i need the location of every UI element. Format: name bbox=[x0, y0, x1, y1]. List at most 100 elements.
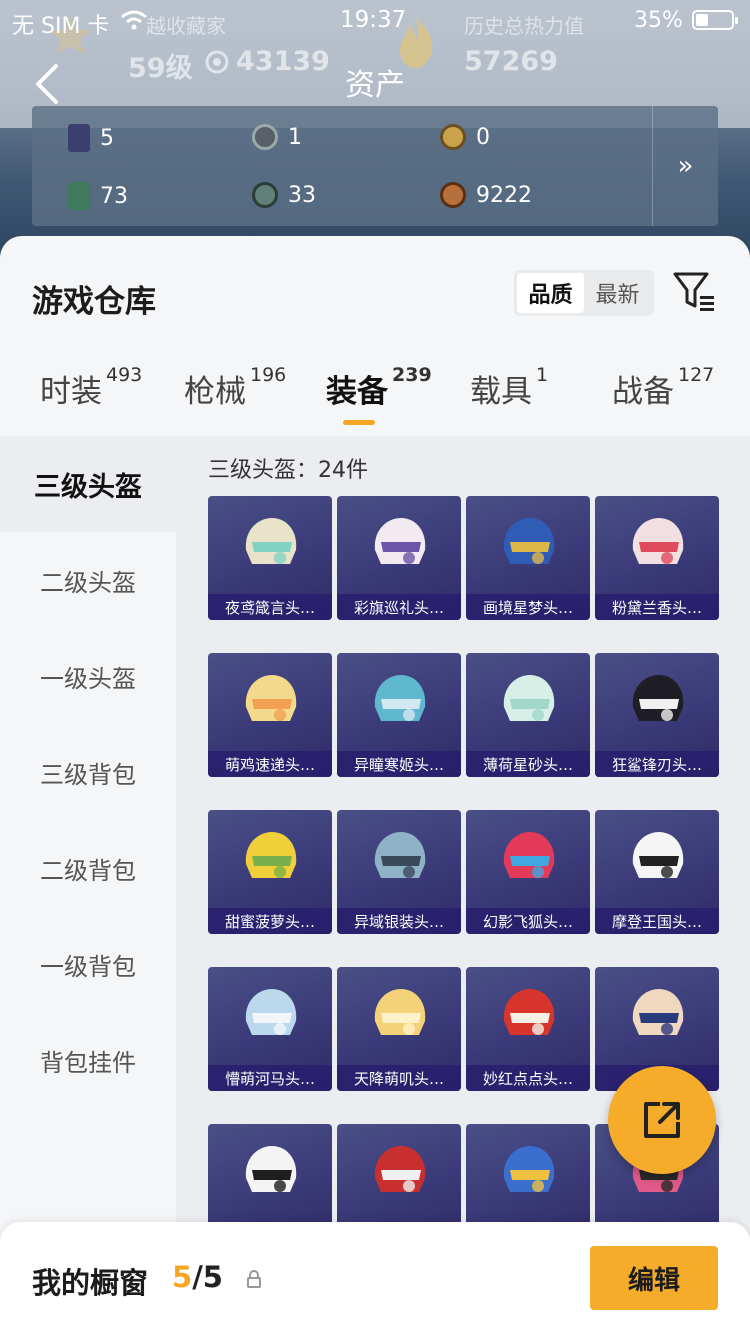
item-name: 异瞳寒姬头… bbox=[337, 751, 461, 777]
gold-coin-icon bbox=[440, 124, 466, 150]
item-card[interactable]: 萌鸡速递头… bbox=[208, 653, 332, 777]
sidebar-item-lvl1-helmet[interactable]: 一级头盔 bbox=[0, 628, 176, 724]
item-name: 妙红点点头… bbox=[466, 1065, 590, 1091]
asset-hero: 越收藏家 历史总热力值 59级 43139 57269 无 SIM 卡 19:3… bbox=[0, 0, 750, 260]
showcase-current: 5 bbox=[172, 1260, 193, 1294]
sidebar-item-lvl1-backpack[interactable]: 一级背包 bbox=[0, 916, 176, 1012]
tab-fashion[interactable]: 时装 493 bbox=[40, 364, 143, 411]
item-name: 甜蜜菠萝头… bbox=[208, 908, 332, 934]
helmet-icon bbox=[503, 832, 555, 878]
item-card[interactable]: 彩旗巡礼头… bbox=[337, 496, 461, 620]
green-card-icon bbox=[68, 182, 90, 210]
sort-quality-button[interactable]: 品质 bbox=[517, 273, 584, 313]
tab-count: 1 bbox=[536, 364, 549, 386]
item-card[interactable]: 狂鲨锋刃头… bbox=[595, 653, 719, 777]
item-card[interactable]: 夜鸢箴言头… bbox=[208, 496, 332, 620]
sidebar-item-lvl2-helmet[interactable]: 二级头盔 bbox=[0, 532, 176, 628]
item-card[interactable]: 懵萌河马头… bbox=[208, 967, 332, 1091]
tab-count: 493 bbox=[106, 364, 143, 386]
battery-icon bbox=[692, 10, 738, 30]
helmet-icon bbox=[245, 675, 297, 721]
item-card[interactable]: 粉黛兰香头… bbox=[595, 496, 719, 620]
helmet-icon bbox=[245, 1146, 297, 1192]
item-card[interactable]: 天降萌叽头… bbox=[337, 967, 461, 1091]
asset-value: 9222 bbox=[476, 182, 532, 208]
showcase-count: 5/5 bbox=[172, 1260, 223, 1294]
page-title: 资产 bbox=[345, 68, 405, 103]
tab-count: 196 bbox=[250, 364, 287, 386]
helmet-icon bbox=[374, 1146, 426, 1192]
status-bar: 无 SIM 卡 19:37 35% bbox=[0, 0, 750, 42]
item-count-header: 三级头盔：24件 bbox=[208, 458, 368, 483]
item-name: 彩旗巡礼头… bbox=[337, 594, 461, 620]
share-button[interactable] bbox=[608, 1066, 716, 1174]
tab-equipment[interactable]: 装备 239 bbox=[326, 364, 432, 411]
sidebar-item-backpack-charm[interactable]: 背包挂件 bbox=[0, 1012, 176, 1108]
bronze-coin-icon bbox=[440, 182, 466, 208]
subcategory-sidebar: 三级头盔 二级头盔 一级头盔 三级背包 二级背包 一级背包 背包挂件 bbox=[0, 436, 176, 1236]
item-name: 幻影飞狐头… bbox=[466, 908, 590, 934]
item-name: 狂鲨锋刃头… bbox=[595, 751, 719, 777]
helmet-icon bbox=[374, 832, 426, 878]
clock: 19:37 bbox=[340, 7, 407, 33]
warehouse-sheet: 游戏仓库 品质 最新 时装 493 枪械 196 装备 239 载具 1 战备 127 三… bbox=[0, 236, 750, 1334]
showcase-label: 我的橱窗 bbox=[32, 1266, 149, 1300]
sim-status: 无 SIM 卡 bbox=[12, 14, 110, 39]
asset-value: 73 bbox=[100, 183, 128, 209]
item-name: 懵萌河马头… bbox=[208, 1065, 332, 1091]
helmet-icon bbox=[374, 518, 426, 564]
lock-icon bbox=[247, 1270, 261, 1288]
asset-summary-panel: 5 1 0 73 33 9222 » bbox=[32, 106, 718, 226]
share-external-icon bbox=[644, 1102, 680, 1138]
double-chevron-right-icon: » bbox=[677, 151, 694, 181]
asset-item: 1 bbox=[252, 124, 302, 150]
asset-value: 0 bbox=[476, 124, 490, 150]
assets-more-button[interactable]: » bbox=[652, 106, 718, 226]
item-name: 摩登王国头… bbox=[595, 908, 719, 934]
item-name: 萌鸡速递头… bbox=[208, 751, 332, 777]
green-coin-icon bbox=[252, 182, 278, 208]
item-card[interactable]: 画境星梦头… bbox=[466, 496, 590, 620]
sidebar-item-lvl3-backpack[interactable]: 三级背包 bbox=[0, 724, 176, 820]
wifi-icon bbox=[121, 10, 147, 30]
edit-button[interactable]: 编辑 bbox=[590, 1246, 718, 1310]
helmet-icon bbox=[245, 832, 297, 878]
filter-icon[interactable] bbox=[672, 270, 716, 312]
coin-icon bbox=[252, 124, 278, 150]
item-card[interactable]: 妙红点点头… bbox=[466, 967, 590, 1091]
asset-value: 33 bbox=[288, 182, 316, 208]
asset-item: 73 bbox=[68, 182, 128, 210]
tab-label: 枪械 bbox=[184, 374, 246, 410]
item-name: 画境星梦头… bbox=[466, 594, 590, 620]
card-icon bbox=[68, 124, 90, 152]
sort-toggle: 品质 最新 bbox=[514, 270, 654, 316]
item-card[interactable]: 幻影飞狐头… bbox=[466, 810, 590, 934]
helmet-icon bbox=[632, 675, 684, 721]
tab-vehicles[interactable]: 载具 1 bbox=[470, 364, 549, 411]
item-card[interactable]: 摩登王国头… bbox=[595, 810, 719, 934]
sort-latest-button[interactable]: 最新 bbox=[584, 273, 651, 313]
category-tabs: 时装 493 枪械 196 装备 239 载具 1 战备 127 bbox=[0, 364, 750, 436]
helmet-icon bbox=[245, 518, 297, 564]
tab-count: 127 bbox=[678, 364, 715, 386]
item-name: 异域银装头… bbox=[337, 908, 461, 934]
tab-count: 239 bbox=[392, 364, 432, 386]
helmet-icon bbox=[374, 675, 426, 721]
tab-label: 战备 bbox=[612, 374, 674, 410]
item-name: 粉黛兰香头… bbox=[595, 594, 719, 620]
asset-item: 5 bbox=[68, 124, 114, 152]
item-card[interactable]: 薄荷星砂头… bbox=[466, 653, 590, 777]
tab-supplies[interactable]: 战备 127 bbox=[612, 364, 715, 411]
item-card[interactable]: 异域银装头… bbox=[337, 810, 461, 934]
tab-label: 装备 bbox=[326, 374, 388, 410]
sidebar-item-lvl2-backpack[interactable]: 二级背包 bbox=[0, 820, 176, 916]
asset-item: 9222 bbox=[440, 182, 532, 208]
active-tab-indicator bbox=[343, 420, 375, 425]
item-card[interactable]: 甜蜜菠萝头… bbox=[208, 810, 332, 934]
sidebar-item-lvl3-helmet[interactable]: 三级头盔 bbox=[0, 436, 176, 532]
tab-weapons[interactable]: 枪械 196 bbox=[184, 364, 287, 411]
helmet-icon bbox=[374, 989, 426, 1035]
item-card[interactable]: 异瞳寒姬头… bbox=[337, 653, 461, 777]
helmet-icon bbox=[503, 518, 555, 564]
showcase-total: /5 bbox=[192, 1260, 223, 1294]
